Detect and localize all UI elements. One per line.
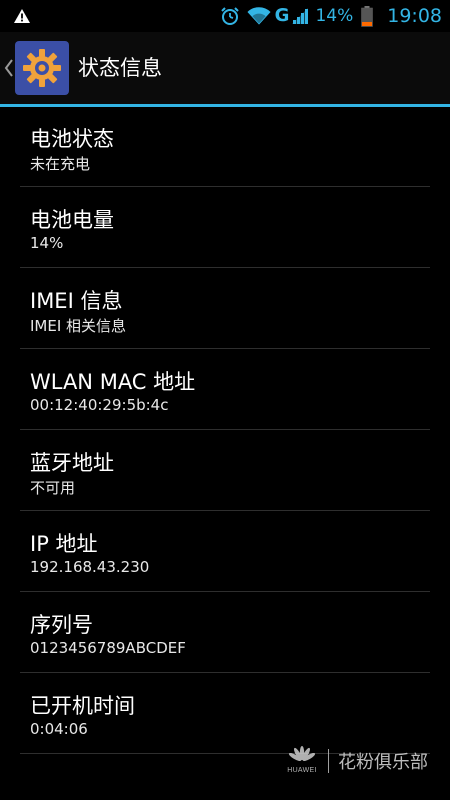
list-divider [20, 267, 430, 268]
list-item-battery-status[interactable]: 电池状态 未在充电 [0, 107, 450, 187]
item-title: 已开机时间 [30, 694, 135, 718]
signal-icon [292, 8, 309, 24]
huawei-petal-icon [288, 746, 316, 761]
list-divider [20, 672, 430, 673]
alarm-icon [220, 7, 239, 25]
warning-icon [14, 9, 30, 23]
list-divider [20, 510, 430, 511]
huawei-watermark: HUAWEI 花粉俱乐部 [284, 744, 428, 778]
network-type: G [274, 5, 290, 26]
status-bar: G 14% 19:08 [0, 0, 450, 32]
item-summary: IMEI 相关信息 [30, 317, 127, 335]
item-title: IP 地址 [30, 532, 98, 556]
item-title: 电池电量 [30, 208, 114, 232]
list-item-wlan-mac[interactable]: WLAN MAC 地址 00:12:40:29:5b:4c [0, 350, 450, 430]
list-item-imei-info[interactable]: IMEI 信息 IMEI 相关信息 [0, 269, 450, 349]
status-clock: 19:08 [387, 5, 442, 27]
item-title: 蓝牙地址 [30, 451, 114, 475]
item-summary: 192.168.43.230 [30, 558, 150, 576]
huawei-logo: HUAWEI [284, 744, 320, 778]
list-divider [20, 429, 430, 430]
list-item-ip-address[interactable]: IP 地址 192.168.43.230 [0, 512, 450, 592]
huawei-brand-text: HUAWEI [287, 767, 317, 774]
item-summary: 未在充电 [30, 155, 91, 173]
wifi-icon [247, 7, 271, 25]
item-summary: 0:04:06 [30, 720, 88, 738]
watermark-text: 花粉俱乐部 [338, 752, 428, 773]
battery-percentage: 14% [315, 6, 354, 26]
action-bar[interactable]: 状态信息 [0, 32, 450, 104]
item-title: 电池状态 [30, 127, 114, 151]
item-title: 序列号 [30, 613, 93, 637]
list-item-bluetooth-address[interactable]: 蓝牙地址 不可用 [0, 431, 450, 511]
item-summary: 14% [30, 234, 64, 252]
battery-icon [361, 5, 373, 27]
settings-app-icon[interactable] [15, 41, 69, 95]
list-item-uptime[interactable]: 已开机时间 0:04:06 [0, 674, 450, 754]
page-title: 状态信息 [78, 56, 162, 80]
item-summary: 不可用 [30, 479, 76, 497]
item-summary: 00:12:40:29:5b:4c [30, 396, 169, 414]
item-title: WLAN MAC 地址 [30, 370, 196, 394]
list-divider [20, 348, 430, 349]
status-info-list: 电池状态 未在充电 电池电量 14% IMEI 信息 IMEI 相关信息 WLA… [0, 107, 450, 754]
watermark-separator [328, 749, 329, 773]
status-icons: G 14% 19:08 [220, 0, 442, 32]
item-summary: 0123456789ABCDEF [30, 639, 186, 657]
item-title: IMEI 信息 [30, 289, 123, 313]
list-divider [20, 186, 430, 187]
back-icon[interactable] [4, 58, 14, 78]
settings-gear-icon [23, 49, 61, 87]
list-item-battery-level[interactable]: 电池电量 14% [0, 188, 450, 268]
list-divider [20, 591, 430, 592]
list-item-serial-number[interactable]: 序列号 0123456789ABCDEF [0, 593, 450, 673]
